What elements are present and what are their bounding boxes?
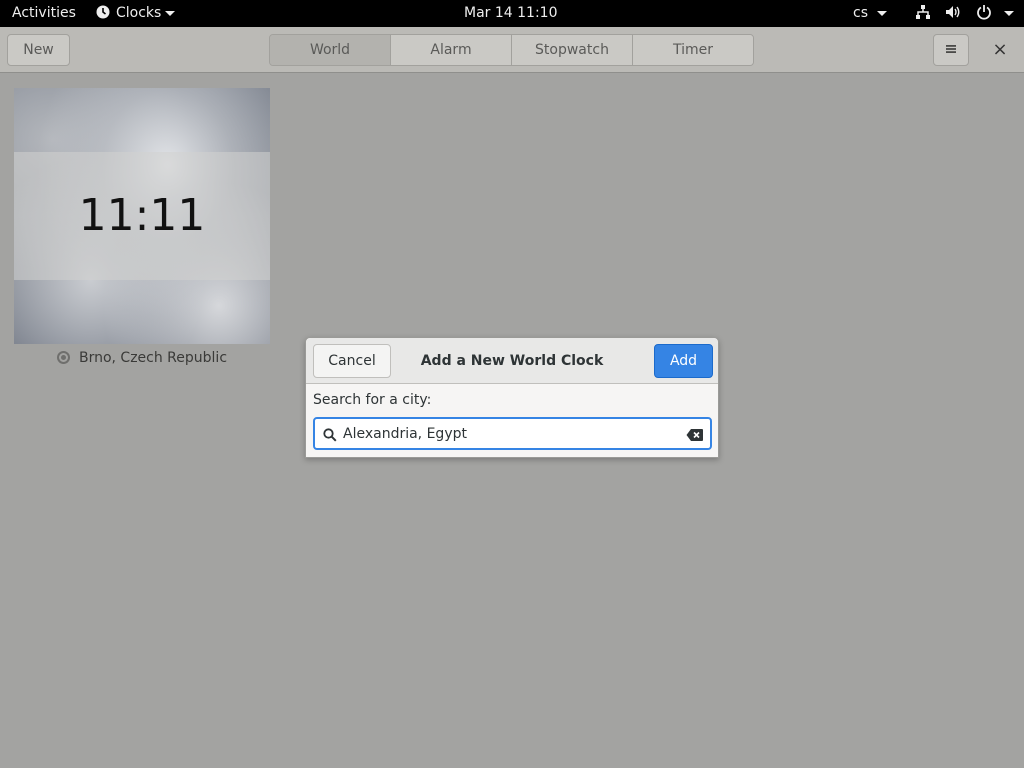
close-icon: × xyxy=(992,39,1008,60)
network-icon xyxy=(915,3,931,30)
app-menu-button[interactable]: Clocks xyxy=(96,0,176,29)
cancel-button[interactable]: Cancel xyxy=(313,344,391,378)
city-search-field[interactable] xyxy=(313,417,712,450)
new-button[interactable]: New xyxy=(7,34,70,66)
top-bar: Activities Clocks Mar 14 11:10 cs xyxy=(0,0,1024,27)
clock-caption: Brno, Czech Republic xyxy=(14,350,270,370)
dialog-header: Add a New World Clock Cancel Add xyxy=(306,338,718,384)
date-time-button[interactable]: Mar 14 11:10 xyxy=(464,0,557,27)
activities-button[interactable]: Activities xyxy=(12,0,76,27)
app-menu-label: Clocks xyxy=(116,5,162,21)
tab-stopwatch[interactable]: Stopwatch xyxy=(512,35,633,65)
chevron-down-icon xyxy=(1004,10,1015,16)
location-icon xyxy=(56,351,70,364)
language-label: cs xyxy=(853,5,868,21)
search-icon xyxy=(323,427,337,446)
add-world-clock-dialog: Add a New World Clock Cancel Add Search … xyxy=(305,337,719,458)
system-menu-button[interactable] xyxy=(915,0,1015,30)
tab-timer[interactable]: Timer xyxy=(633,35,753,65)
clear-search-icon[interactable] xyxy=(686,427,704,446)
header-bar: New World Alarm Stopwatch Timer × xyxy=(0,27,1024,73)
chevron-down-icon xyxy=(165,10,176,16)
language-button[interactable]: cs xyxy=(853,0,887,27)
clock-icon xyxy=(96,2,110,29)
close-window-button[interactable]: × xyxy=(984,34,1016,66)
volume-icon xyxy=(945,3,961,30)
main-menu-button[interactable] xyxy=(933,34,969,66)
world-clock-tile[interactable]: 11:11 xyxy=(14,88,270,344)
view-switcher: World Alarm Stopwatch Timer xyxy=(269,34,754,66)
search-label: Search for a city: xyxy=(313,392,432,408)
tab-alarm[interactable]: Alarm xyxy=(391,35,512,65)
city-search-input[interactable] xyxy=(343,423,683,445)
clock-time: 11:11 xyxy=(78,190,206,241)
chevron-down-icon xyxy=(877,10,887,16)
add-button[interactable]: Add xyxy=(654,344,713,378)
tab-world[interactable]: World xyxy=(270,35,391,65)
clock-city: Brno, Czech Republic xyxy=(78,350,228,366)
power-icon xyxy=(976,3,992,30)
hamburger-icon xyxy=(945,36,957,66)
